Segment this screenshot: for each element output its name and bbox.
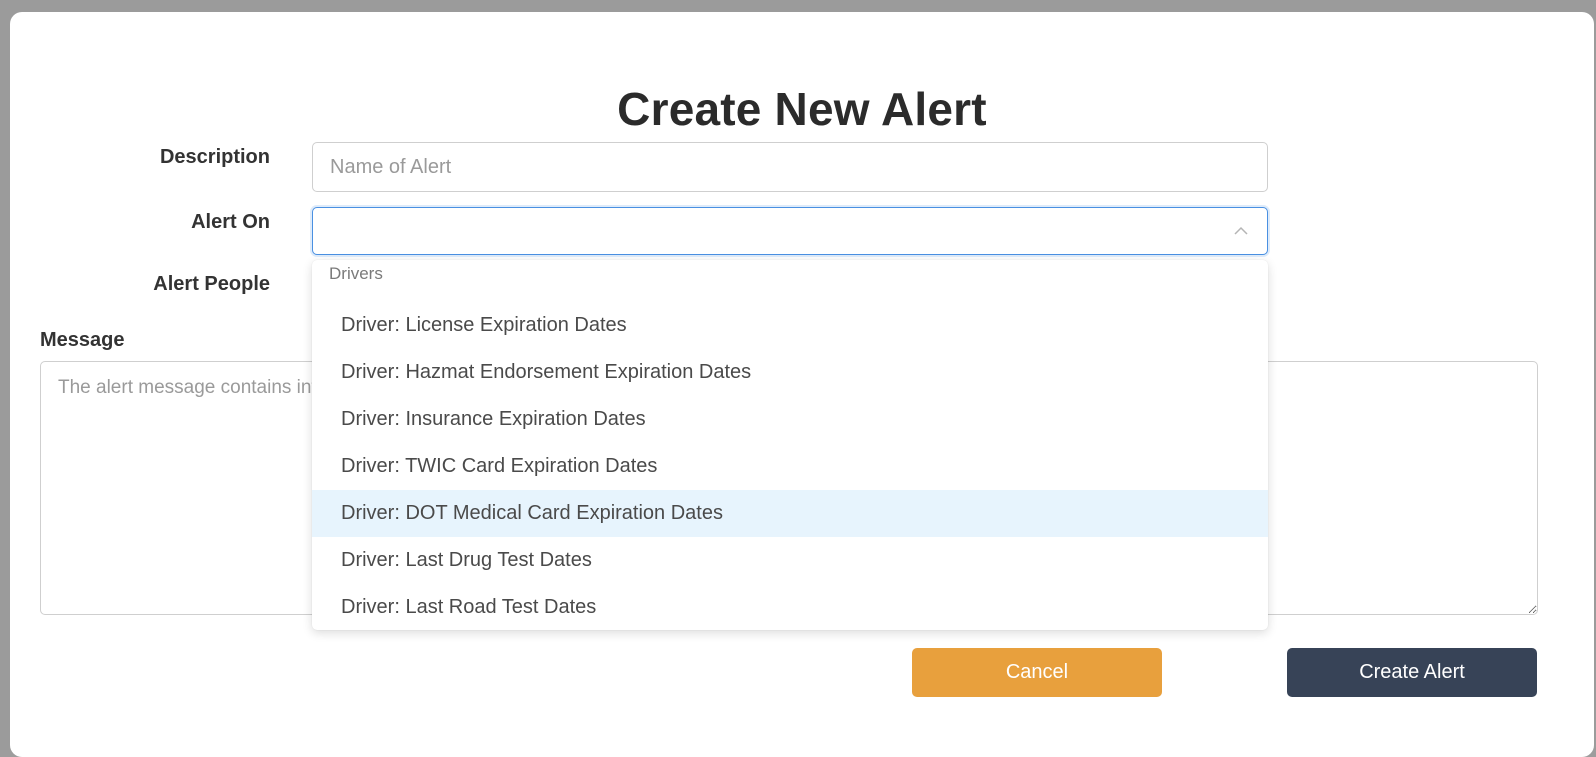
create-alert-button[interactable]: Create Alert	[1287, 648, 1537, 697]
dropdown-group-header: Drivers	[329, 264, 383, 283]
dropdown-option-drug-test[interactable]: Driver: Last Drug Test Dates	[312, 537, 1268, 584]
message-label: Message	[40, 329, 125, 351]
modal-title: Create New Alert	[617, 83, 987, 135]
dropdown-option-road-test[interactable]: Driver: Last Road Test Dates	[312, 584, 1268, 630]
alert-people-label: Alert People	[153, 273, 270, 295]
alert-on-dropdown: Drivers Driver: License Expiration Dates…	[312, 260, 1268, 630]
cancel-button[interactable]: Cancel	[912, 648, 1162, 697]
chevron-up-icon[interactable]	[1233, 223, 1249, 239]
description-label: Description	[159, 146, 270, 168]
alert-on-select[interactable]	[312, 207, 1268, 255]
dropdown-option-insurance[interactable]: Driver: Insurance Expiration Dates	[312, 396, 1268, 443]
description-input[interactable]	[312, 142, 1268, 192]
alert-on-label: Alert On	[191, 211, 270, 233]
dropdown-option-hazmat[interactable]: Driver: Hazmat Endorsement Expiration Da…	[312, 349, 1268, 396]
dropdown-option-dot-medical[interactable]: Driver: DOT Medical Card Expiration Date…	[312, 490, 1268, 537]
dropdown-option-license[interactable]: Driver: License Expiration Dates	[312, 302, 1268, 349]
create-alert-modal: Create New Alert Description Alert On Al…	[10, 12, 1594, 757]
dropdown-option-twic[interactable]: Driver: TWIC Card Expiration Dates	[312, 443, 1268, 490]
